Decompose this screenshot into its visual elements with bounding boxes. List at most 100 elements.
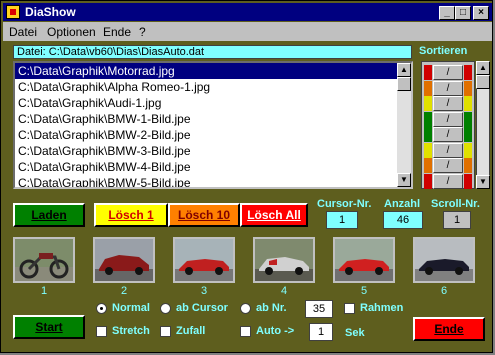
scroll-value[interactable]: 1 (443, 211, 471, 229)
rahmen-label: Rahmen (360, 302, 404, 314)
sort-row-left-indicator (424, 142, 432, 158)
sort-row-handle[interactable]: / (433, 142, 463, 158)
file-list-item[interactable]: C:\Data\Graphik\BMW-2-Bild.jpe (15, 127, 411, 143)
laden-button[interactable]: Laden (13, 203, 85, 227)
sort-row-handle[interactable]: / (433, 96, 463, 111)
sort-row-right-indicator (464, 65, 472, 80)
loesch-1-button[interactable]: Lösch 1 (94, 203, 168, 227)
sort-row[interactable]: / (424, 80, 472, 96)
menu-optionen[interactable]: Optionen (47, 25, 96, 39)
auto-checkbox[interactable] (240, 326, 251, 337)
scroll-thumb[interactable] (397, 77, 411, 91)
stretch-label: Stretch (112, 325, 150, 337)
sort-row-right-indicator (464, 111, 472, 127)
loesch-all-button[interactable]: Lösch All (240, 203, 308, 227)
menu-datei[interactable]: Datei (9, 25, 37, 39)
cursor-label: Cursor-Nr. (317, 198, 372, 210)
scroll-up-button[interactable]: ▲ (397, 63, 411, 77)
audi-image (175, 239, 233, 281)
anzahl-value: 46 (383, 211, 423, 229)
alfa-romeo-image (95, 239, 153, 281)
close-button[interactable]: × (473, 6, 489, 20)
sort-row[interactable]: / (424, 96, 472, 111)
normal-label: Normal (112, 302, 150, 314)
sort-row-right-indicator (464, 173, 472, 189)
window-title: DiaShow (25, 5, 76, 19)
sort-row-handle[interactable]: / (433, 80, 463, 96)
thumbnail-5[interactable] (333, 237, 395, 283)
thumbnail-4[interactable] (253, 237, 315, 283)
ende-button[interactable]: Ende (413, 317, 485, 341)
start-button[interactable]: Start (13, 315, 85, 339)
sort-panel: / / / / / / / / (421, 61, 475, 189)
sort-row-handle[interactable]: / (433, 158, 463, 173)
ab-nr-input[interactable]: 35 (305, 300, 333, 318)
scroll-label: Scroll-Nr. (431, 198, 480, 210)
sort-row-handle[interactable]: / (433, 173, 463, 189)
sort-row-left-indicator (424, 158, 432, 173)
sort-scroll-up-button[interactable]: ▲ (476, 61, 490, 75)
thumbnail-6[interactable] (413, 237, 475, 283)
file-list-item[interactable]: C:\Data\Graphik\BMW-5-Bild.jpe (15, 175, 411, 187)
scroll-down-button[interactable]: ▼ (397, 173, 411, 187)
sort-row[interactable]: / (424, 173, 472, 189)
anzahl-label: Anzahl (384, 198, 421, 210)
rahmen-checkbox[interactable] (344, 303, 355, 314)
sort-row-right-indicator (464, 80, 472, 96)
thumbnail-1-number: 1 (40, 285, 48, 297)
sort-row-handle[interactable]: / (433, 111, 463, 127)
sort-row[interactable]: / (424, 65, 472, 80)
file-list-item[interactable]: C:\Data\Graphik\BMW-3-Bild.jpe (15, 143, 411, 159)
bmw-2-image (335, 239, 393, 281)
sort-row[interactable]: / (424, 142, 472, 158)
sort-scroll-thumb[interactable] (476, 75, 490, 89)
ab-cursor-radio[interactable] (160, 303, 171, 314)
file-path-display: Datei: C:\Data\vb60\Dias\DiasAuto.dat (13, 45, 412, 59)
file-list-item[interactable]: C:\Data\Graphik\BMW-4-Bild.jpe (15, 159, 411, 175)
sort-row-handle[interactable]: / (433, 127, 463, 142)
bmw-1-image (255, 239, 313, 281)
sort-row-left-indicator (424, 173, 432, 189)
sort-row-left-indicator (424, 96, 432, 111)
menu-ende[interactable]: Ende (103, 25, 131, 39)
sek-input[interactable]: 1 (309, 323, 333, 341)
sort-label: Sortieren (419, 45, 468, 57)
file-list-item[interactable]: C:\Data\Graphik\Alpha Romeo-1.jpg (15, 79, 411, 95)
ab-nr-radio[interactable] (240, 303, 251, 314)
normal-radio[interactable] (96, 303, 107, 314)
file-list-item[interactable]: C:\Data\Graphik\Motorrad.jpg (15, 63, 411, 79)
sort-row[interactable]: / (424, 158, 472, 173)
thumbnail-6-number: 6 (440, 285, 448, 297)
thumbnail-3[interactable] (173, 237, 235, 283)
menu-bar: Datei Optionen Ende ? (3, 22, 492, 41)
loesch-10-button[interactable]: Lösch 10 (168, 203, 240, 227)
sort-row-right-indicator (464, 158, 472, 173)
sort-row-right-indicator (464, 142, 472, 158)
menu-help[interactable]: ? (139, 25, 146, 39)
sort-scroll-down-button[interactable]: ▼ (476, 175, 490, 189)
thumbnail-1[interactable] (13, 237, 75, 283)
sort-row-right-indicator (464, 127, 472, 142)
file-list[interactable]: C:\Data\Graphik\Motorrad.jpg C:\Data\Grap… (13, 61, 413, 189)
sort-scrollbar[interactable]: ▲ ▼ (476, 61, 490, 189)
sort-row-left-indicator (424, 65, 432, 80)
title-bar[interactable]: DiaShow _ □ × (3, 3, 492, 21)
sort-row[interactable]: / (424, 111, 472, 127)
maximize-button[interactable]: □ (455, 6, 471, 20)
sort-row-handle[interactable]: / (433, 65, 463, 80)
thumbnail-2[interactable] (93, 237, 155, 283)
app-icon[interactable] (6, 5, 20, 19)
thumbnail-5-number: 5 (360, 285, 368, 297)
sort-row[interactable]: / (424, 127, 472, 142)
file-list-item[interactable]: C:\Data\Graphik\Audi-1.jpg (15, 95, 411, 111)
thumbnail-3-number: 3 (200, 285, 208, 297)
file-list-item[interactable]: C:\Data\Graphik\BMW-1-Bild.jpe (15, 111, 411, 127)
file-list-scrollbar[interactable]: ▲ ▼ (397, 63, 411, 187)
cursor-value: 1 (326, 211, 358, 229)
zufall-checkbox[interactable] (160, 326, 171, 337)
sort-row-left-indicator (424, 127, 432, 142)
sort-row-right-indicator (464, 96, 472, 111)
zufall-label: Zufall (176, 325, 206, 337)
minimize-button[interactable]: _ (439, 6, 455, 20)
stretch-checkbox[interactable] (96, 326, 107, 337)
